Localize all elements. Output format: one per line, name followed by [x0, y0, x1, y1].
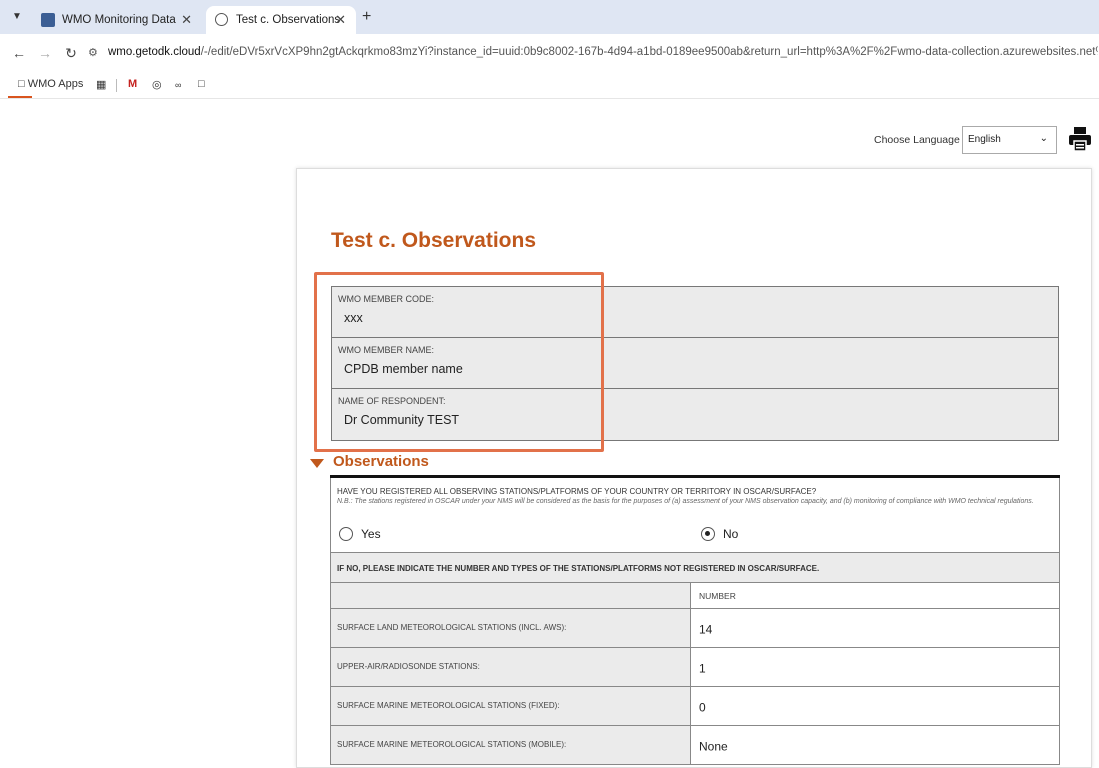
language-select[interactable]: English ⌄ [962, 126, 1057, 154]
row-value: 1 [699, 661, 706, 676]
wmo-favicon-icon [41, 13, 55, 27]
oscar-registration-question: HAVE YOU REGISTERED ALL OBSERVING STATIO… [330, 478, 1060, 553]
tab-search-chevron-icon[interactable]: ▼ [8, 8, 26, 26]
surface-land-stations-input[interactable]: 14 [691, 609, 1059, 647]
table-row: SURFACE MARINE METEOROLOGICAL STATIONS (… [330, 726, 1060, 765]
reload-icon[interactable]: ↻ [62, 45, 80, 62]
close-tab-icon[interactable]: ✕ [181, 6, 192, 34]
gmail-icon[interactable]: M [128, 78, 137, 90]
chevron-down-icon: ⌄ [1039, 133, 1048, 144]
row-label-cell: UPPER-AIR/RADIOSONDE STATIONS: [331, 648, 691, 686]
choose-language-label: Choose Language [874, 134, 960, 146]
url-domain: wmo.getodk.cloud [108, 46, 201, 58]
address-bar: ← → ↻ ⚙ wmo.getodk.cloud/-/edit/eDVr5xrV… [0, 34, 1099, 74]
apps-grid-icon[interactable]: ▦ [96, 78, 106, 91]
collapse-caret-icon[interactable] [310, 459, 324, 468]
radio-selected-icon [701, 527, 715, 541]
tab-strip: ▼ WMO Monitoring Data Collecti ✕ Test c.… [0, 0, 1099, 34]
odk-favicon-icon [215, 13, 228, 26]
tab-wmo-monitoring[interactable]: WMO Monitoring Data Collecti ✕ [32, 6, 202, 34]
row-label-cell: SURFACE MARINE METEOROLOGICAL STATIONS (… [331, 687, 691, 725]
observations-group: HAVE YOU REGISTERED ALL OBSERVING STATIO… [330, 475, 1060, 765]
odk-bookmark-icon[interactable]: ∞ [175, 80, 181, 90]
row-value: None [699, 739, 728, 754]
tab-title: WMO Monitoring Data Collecti [62, 14, 177, 26]
bookmark-wmo-apps[interactable]: □ WMO Apps [18, 78, 83, 90]
globe-icon[interactable]: ◎ [152, 78, 162, 91]
back-arrow-icon[interactable]: ← [10, 45, 28, 61]
upper-air-stations-input[interactable]: 1 [691, 648, 1059, 686]
forward-arrow-icon[interactable]: → [36, 45, 54, 61]
marine-fixed-stations-input[interactable]: 0 [691, 687, 1059, 725]
number-header: NUMBER [699, 590, 736, 601]
form-title: Test c. Observations [331, 229, 537, 252]
printer-icon[interactable] [1068, 126, 1092, 152]
url-field[interactable]: wmo.getodk.cloud/-/edit/eDVr5xrVcXP9hn2g… [108, 46, 1098, 58]
bookmark-label: WMO Apps [27, 78, 84, 90]
row-label: SURFACE MARINE METEOROLOGICAL STATIONS (… [337, 740, 567, 750]
tab-title: Test c. Observations [236, 14, 341, 26]
marine-mobile-stations-input[interactable]: None [691, 726, 1059, 764]
radio-no-label: No [723, 527, 739, 541]
row-label: SURFACE LAND METEOROLOGICAL STATIONS (IN… [337, 623, 567, 633]
row-label: UPPER-AIR/RADIOSONDE STATIONS: [337, 662, 480, 672]
bookmark-separator [116, 79, 117, 92]
url-path: /-/edit/eDVr5xrVcXP9hn2gtAckqrkmo83mzYi?… [200, 46, 1098, 58]
table-header-row: NUMBER [330, 583, 1060, 609]
table-row: SURFACE MARINE METEOROLOGICAL STATIONS (… [330, 687, 1060, 726]
site-settings-icon[interactable]: ⚙ [88, 46, 98, 59]
annotation-highlight-box [314, 272, 604, 452]
row-label-cell: SURFACE MARINE METEOROLOGICAL STATIONS (… [331, 726, 691, 764]
radio-yes[interactable]: Yes [339, 527, 381, 541]
language-selected-value: English [968, 134, 1001, 145]
row-label: SURFACE MARINE METEOROLOGICAL STATIONS (… [337, 701, 560, 711]
row-label-cell: SURFACE LAND METEOROLOGICAL STATIONS (IN… [331, 609, 691, 647]
radio-circle-icon [339, 527, 353, 541]
bookmarks-bar: □ WMO Apps ▦ M ◎ ∞ □ [0, 74, 1099, 98]
question-hint: N.B.: The stations registered in OSCAR u… [337, 498, 1034, 505]
number-header-cell: NUMBER [691, 583, 1059, 608]
question-text: HAVE YOU REGISTERED ALL OBSERVING STATIO… [337, 487, 817, 496]
if-no-instruction: IF NO, PLEASE INDICATE THE NUMBER AND TY… [330, 553, 1060, 583]
radio-no[interactable]: No [701, 527, 738, 541]
radio-yes-label: Yes [361, 527, 381, 541]
close-tab-icon[interactable]: ✕ [335, 6, 346, 34]
row-value: 0 [699, 700, 706, 715]
table-row: UPPER-AIR/RADIOSONDE STATIONS: 1 [330, 648, 1060, 687]
folder-icon: □ [18, 78, 25, 90]
header-empty-cell [331, 583, 691, 608]
new-tab-icon[interactable]: + [362, 8, 371, 26]
table-row: SURFACE LAND METEOROLOGICAL STATIONS (IN… [330, 609, 1060, 648]
section-title-observations[interactable]: Observations [333, 453, 429, 470]
folder-icon[interactable]: □ [198, 78, 205, 90]
row-value: 14 [699, 622, 713, 637]
tab-test-observations[interactable]: Test c. Observations ✕ [206, 6, 356, 34]
toolbar-divider [0, 98, 1099, 99]
